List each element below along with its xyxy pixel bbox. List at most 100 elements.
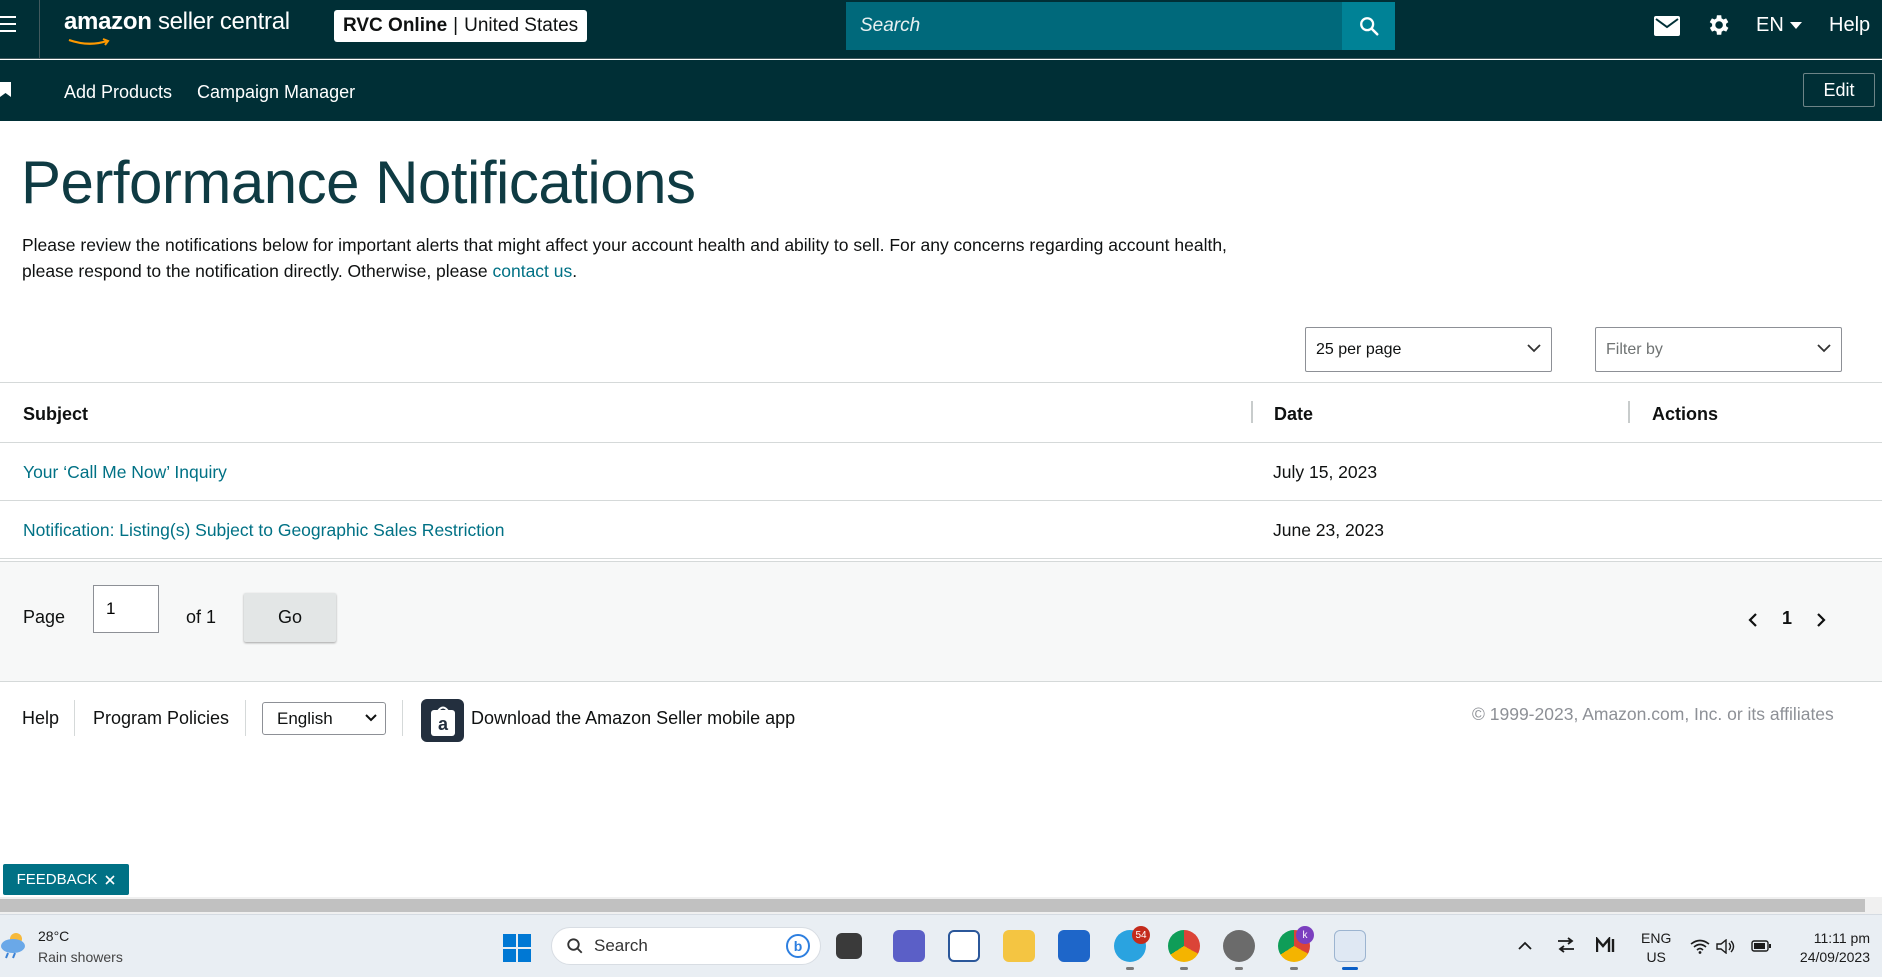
running-indicator [1180,967,1188,970]
input-language-region: US [1646,949,1666,965]
notification-subject-link[interactable]: Your ‘Call Me Now’ Inquiry [23,462,227,483]
intro-period: . [572,261,578,281]
windows-start-icon[interactable] [503,934,531,962]
windows-taskbar: 28°C Rain showers Search b 54 k ENG US 1… [0,914,1882,977]
mail-app-icon[interactable] [948,930,980,962]
amazon-app-icon[interactable]: a [421,699,464,742]
filter-by-select[interactable]: Filter by [1595,327,1842,372]
bing-icon: b [786,934,810,958]
intro-text: Please review the notifications below fo… [22,232,1252,284]
amazon-seller-central-logo[interactable]: amazon seller central [64,8,290,46]
mail-icon[interactable] [1654,16,1680,36]
store-separator: | [453,15,459,36]
footer-divider [74,700,75,736]
input-language-code: ENG [1641,930,1672,946]
taskbar-app-icon[interactable] [1596,937,1616,953]
page-count-label: of 1 [186,607,217,627]
search-input[interactable] [846,2,1342,50]
input-language[interactable]: ENG US [1641,929,1671,967]
scrollbar-thumb[interactable] [0,899,1865,912]
bookmark-icon[interactable] [0,82,12,98]
notification-subject-link[interactable]: Notification: Listing(s) Subject to Geog… [23,520,504,541]
settings-app-icon[interactable] [1223,930,1255,962]
download-app-link[interactable]: Download the Amazon Seller mobile app [471,708,795,729]
top-header: amazon seller central RVC Online | Unite… [0,0,1882,59]
svg-text:a: a [437,714,448,734]
contact-us-link[interactable]: contact us [493,261,573,281]
amazon-smile-icon [68,38,110,46]
table-row: Your ‘Call Me Now’ Inquiry July 15, 2023 [0,443,1882,501]
volume-icon[interactable] [1716,939,1736,954]
chevron-right-icon[interactable] [1816,612,1826,628]
per-page-select[interactable]: 25 per page [1305,327,1552,372]
close-icon[interactable] [105,874,115,885]
chevron-up-icon[interactable] [1518,941,1532,950]
running-indicator [1126,967,1134,970]
search-icon [567,938,583,954]
chevron-down-icon [1527,344,1541,353]
snipping-tool-icon[interactable] [1334,930,1366,962]
column-divider[interactable] [1251,401,1253,423]
running-indicator [1235,967,1243,970]
svg-text:b: b [794,938,803,954]
weather-description[interactable]: Rain showers [38,949,123,965]
edit-bookmarks-button[interactable]: Edit [1803,73,1875,107]
sync-arrows-icon[interactable] [1557,937,1575,953]
running-indicator [1290,967,1298,970]
column-actions: Actions [1652,404,1719,424]
language-menu[interactable]: EN [1756,14,1802,37]
search-icon [1359,17,1379,36]
telegram-badge: 54 [1132,926,1150,944]
microsoft-store-icon[interactable] [1058,930,1090,962]
go-button[interactable]: Go [244,593,336,642]
nav-add-products[interactable]: Add Products [64,82,172,103]
notification-date: June 23, 2023 [1273,520,1384,540]
taskbar-search[interactable]: Search b [551,927,821,965]
chrome-profile-badge: k [1296,926,1314,944]
teams-chat-icon[interactable] [893,930,925,962]
program-policies-link[interactable]: Program Policies [93,708,229,729]
logo-word-seller-central: seller central [157,8,290,35]
notification-date: July 15, 2023 [1273,462,1378,482]
taskbar-search-label: Search [594,936,648,955]
current-page-number[interactable]: 1 [1782,608,1792,629]
logo-word-amazon: amazon [64,8,152,35]
hamburger-icon[interactable] [0,16,18,36]
page-label: Page [23,607,66,627]
gear-icon[interactable] [1705,12,1731,38]
wifi-icon[interactable] [1690,939,1710,954]
column-date[interactable]: Date [1274,404,1313,425]
table-header: Subject Date Actions [0,382,1882,443]
intro-body: Please review the notifications below fo… [22,235,1227,281]
system-clock[interactable]: 11:11 pm 24/09/2023 [1790,929,1870,967]
chevron-left-icon[interactable] [1748,612,1758,628]
pagination-bar: Page of 1 Go 1 [0,561,1882,682]
horizontal-scrollbar[interactable] [0,897,1882,914]
feedback-button[interactable]: FEEDBACK [3,864,129,895]
page-number-input[interactable] [93,585,159,633]
chrome-icon[interactable] [1168,930,1200,962]
task-view-icon[interactable] [836,933,862,959]
battery-icon[interactable] [1751,940,1771,952]
header-help-link[interactable]: Help [1829,14,1870,37]
notifications-table: Subject Date Actions Your ‘Call Me Now’ … [0,382,1882,559]
search-button[interactable] [1342,2,1395,50]
file-explorer-icon[interactable] [1003,930,1035,962]
weather-temperature[interactable]: 28°C [38,928,69,944]
store-name: RVC Online [343,15,448,36]
clock-date: 24/09/2023 [1799,949,1870,965]
language-label: EN [1756,14,1784,36]
nav-campaign-manager[interactable]: Campaign Manager [197,82,355,103]
column-divider[interactable] [1628,401,1630,423]
table-row: Notification: Listing(s) Subject to Geog… [0,501,1882,559]
per-page-value: 25 per page [1316,340,1402,358]
footer-help-link[interactable]: Help [22,708,59,729]
store-selector[interactable]: RVC Online | United States [334,10,588,42]
column-subject[interactable]: Subject [23,404,88,425]
page-title: Performance Notifications [21,149,696,216]
clock-time: 11:11 pm [1813,930,1870,946]
feedback-label: FEEDBACK [16,871,98,888]
store-region: United States [464,15,579,36]
footer-language-select[interactable]: English [262,702,386,735]
weather-icon[interactable] [0,930,32,960]
